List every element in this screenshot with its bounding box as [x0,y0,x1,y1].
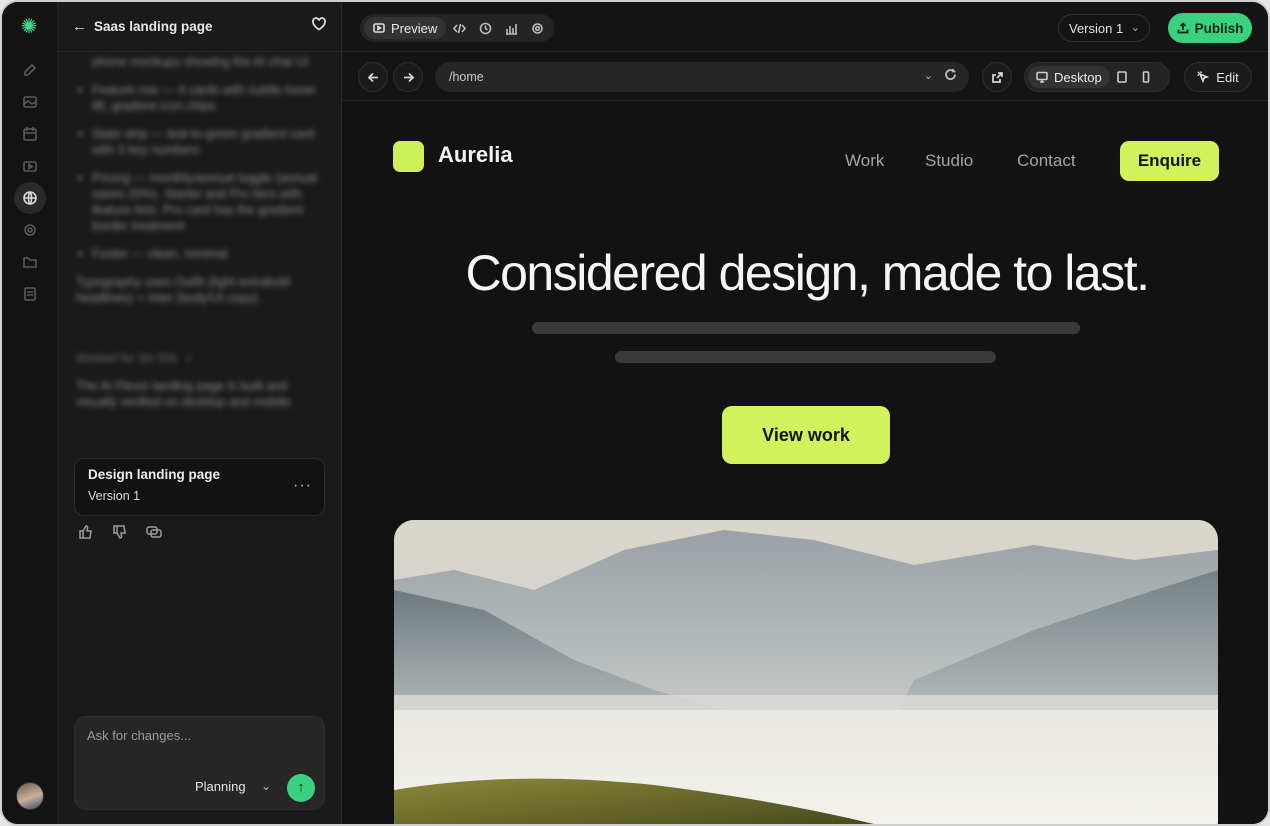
device-switcher: Desktop [1024,62,1170,92]
preview-icon [373,23,385,33]
version-card-title: Design landing page [88,467,221,482]
video-icon[interactable] [16,152,44,180]
analytics-icon[interactable] [498,17,524,39]
arrow-left-icon [367,72,378,82]
chat-input-box[interactable]: Ask for changes... Planning ⌄ ↑ [74,716,325,810]
typography-note: Typography uses Outfit (light extrabold … [76,275,291,305]
version-dropdown-label: Version 1 [1069,20,1124,36]
calendar-icon[interactable] [16,120,44,148]
chevron-down-icon: ⌄ [1130,22,1140,34]
code-icon[interactable] [446,17,472,39]
view-switcher: Preview [360,14,555,42]
text-placeholder-bar [532,322,1080,334]
chat-input-placeholder[interactable]: Ask for changes... [87,728,191,743]
tablet-icon[interactable] [1110,66,1134,88]
cursor-click-icon [1197,71,1210,83]
icon-rail: ✺ [2,2,58,824]
website-preview: Aurelia Work Studio Contact Enquire Cons… [342,102,1268,824]
edit-icon[interactable] [16,56,44,84]
send-button[interactable]: ↑ [287,774,315,802]
version-card-version: Version 1 [88,489,141,503]
view-work-button[interactable]: View work [722,406,890,464]
version-dropdown[interactable]: Version 1 ⌄ [1058,14,1150,42]
user-avatar[interactable] [16,782,44,810]
hero-landscape-image [394,520,1218,824]
message-line: phone mockups showing the AI chat UI. [92,55,312,69]
folder-icon[interactable] [16,248,44,276]
image-icon[interactable] [16,88,44,116]
arrow-right-icon [403,72,414,82]
monitor-icon [1036,71,1048,83]
mobile-icon[interactable] [1134,66,1158,88]
publish-button-label: Publish [1194,20,1244,36]
mode-selector[interactable]: Planning [195,779,246,794]
chat-panel: ← Saas landing page phone mockups showin… [58,2,342,824]
thumbs-down-icon[interactable] [112,524,130,542]
publish-button[interactable]: Publish [1168,13,1252,43]
preview-area: Preview Version 1 ⌄ Publish /home ⌄ Desk… [342,2,1268,824]
edit-button[interactable]: Edit [1184,62,1252,92]
text-placeholder-bar [615,351,996,363]
chat-header: ← Saas landing page [58,2,341,52]
summary-text: The AI Flexio landing page is built and … [76,379,294,409]
desktop-tab-label: Desktop [1054,69,1102,85]
preview-tab[interactable]: Preview [364,17,447,39]
app-window: ✺ ← Saas landing page phone mockups show… [0,0,1270,826]
preview-tab-label: Preview [391,20,438,36]
brand-logo-mark[interactable] [393,141,424,172]
nav-link-studio[interactable]: Studio [925,151,973,171]
back-arrow-icon[interactable]: ← [72,18,90,35]
back-button[interactable] [358,62,388,92]
settings-icon[interactable] [16,216,44,244]
desktop-tab[interactable]: Desktop [1028,66,1110,88]
edit-button-label: Edit [1216,69,1239,85]
list-item: Feature row — 4 cards with subtle hover … [76,82,328,114]
nav-link-contact[interactable]: Contact [1017,151,1076,171]
worked-for-row[interactable]: Worked for 3m 50s › [76,350,328,366]
list-item: Pricing — monthly/annual toggle (annual … [76,170,328,234]
address-bar-row: /home ⌄ Desktop Edit [342,52,1268,101]
chat-message-list: phone mockups showing the AI chat UI. Fe… [76,55,328,306]
gear-icon[interactable] [524,17,550,39]
version-card[interactable]: Design landing page Version 1 ··· [74,458,325,516]
enquire-button[interactable]: Enquire [1120,141,1219,181]
external-link-icon [991,71,1003,83]
brand-name[interactable]: Aurelia [438,142,513,168]
open-external-button[interactable] [982,62,1012,92]
list-item: Stats strip — teal-to-green gradient car… [76,126,328,158]
refresh-icon[interactable] [944,68,957,84]
history-icon[interactable] [472,17,498,39]
comments-icon[interactable] [146,524,164,542]
app-logo-icon[interactable]: ✺ [16,14,42,40]
top-toolbar: Preview Version 1 ⌄ Publish [342,2,1268,52]
more-options-icon[interactable]: ··· [293,477,312,495]
forward-button[interactable] [393,62,423,92]
archive-icon[interactable] [16,280,44,308]
heart-icon[interactable] [311,16,327,37]
upload-icon [1177,22,1189,34]
url-field[interactable]: /home ⌄ [435,62,969,92]
hero-title: Considered design, made to last. [465,245,1150,301]
nav-link-work[interactable]: Work [845,151,884,171]
chevron-right-icon: › [186,351,191,365]
chevron-down-icon[interactable]: ⌄ [924,69,933,82]
globe-icon[interactable] [14,182,46,214]
thumbs-up-icon[interactable] [78,524,96,542]
project-title: Saas landing page [94,19,213,34]
list-item: Footer — clean, minimal [76,246,328,262]
chevron-down-icon[interactable]: ⌄ [261,779,271,793]
worked-for-text: Worked for 3m 50s [76,351,178,365]
url-text: /home [449,70,484,84]
